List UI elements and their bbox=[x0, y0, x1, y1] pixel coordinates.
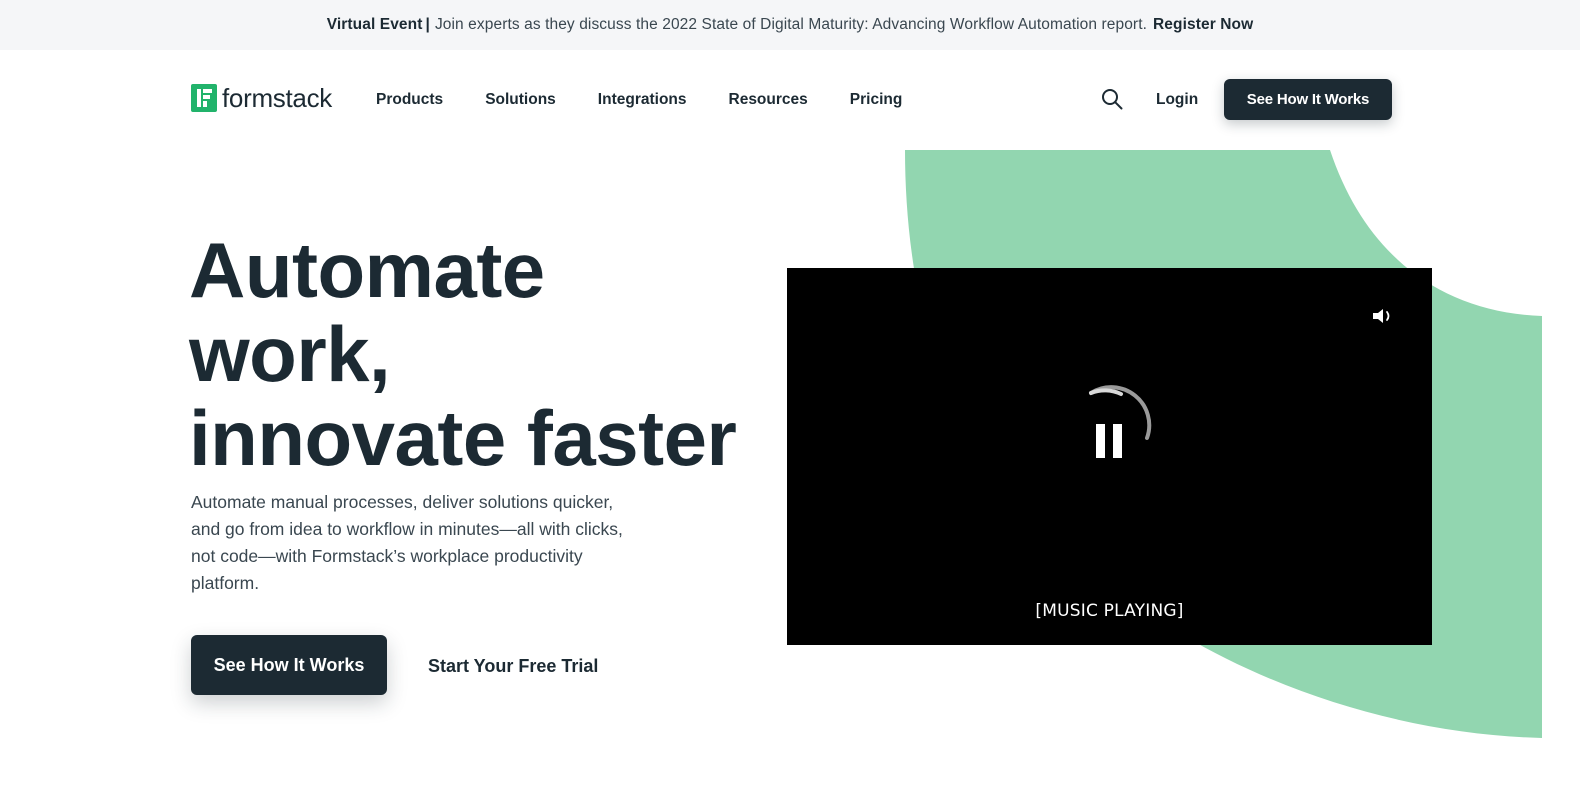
nav-pricing[interactable]: Pricing bbox=[850, 88, 903, 112]
formstack-logo[interactable]: formstack bbox=[191, 84, 332, 112]
nav-integrations[interactable]: Integrations bbox=[598, 88, 687, 112]
volume-icon[interactable] bbox=[1371, 306, 1395, 326]
announcement-separator: | bbox=[425, 16, 430, 33]
main-nav: Products Solutions Integrations Resource… bbox=[376, 88, 944, 112]
hero-title-line-2: work, bbox=[189, 310, 391, 398]
pause-icon[interactable] bbox=[1094, 424, 1124, 458]
announcement-message: Join experts as they discuss the 2022 St… bbox=[434, 16, 1148, 33]
logo-text: formstack bbox=[222, 83, 332, 113]
login-link[interactable]: Login bbox=[1156, 88, 1198, 112]
nav-products[interactable]: Products bbox=[376, 88, 443, 112]
hero-subtitle: Automate manual processes, deliver solut… bbox=[191, 492, 623, 593]
announcement-label: Virtual Event bbox=[326, 16, 423, 33]
formstack-logo-icon bbox=[191, 84, 217, 112]
nav-resources[interactable]: Resources bbox=[729, 88, 808, 112]
header-see-how-it-works-button[interactable]: See How It Works bbox=[1224, 79, 1392, 120]
see-how-it-works-button[interactable]: See How It Works bbox=[191, 635, 387, 695]
hero-title-line-1: Automate bbox=[189, 226, 545, 314]
site-header: formstack Products Solutions Integration… bbox=[0, 50, 1580, 150]
hero-title: Automate work, innovate faster bbox=[189, 228, 769, 480]
nav-solutions[interactable]: Solutions bbox=[485, 88, 556, 112]
video-player[interactable]: [MUSIC PLAYING] bbox=[787, 268, 1432, 645]
search-icon[interactable] bbox=[1101, 88, 1123, 110]
announcement-bar: Virtual Event | Join experts as they dis… bbox=[0, 0, 1580, 50]
video-caption: [MUSIC PLAYING] bbox=[1035, 601, 1184, 621]
hero-title-line-3: innovate faster bbox=[189, 394, 737, 482]
start-free-trial-link[interactable]: Start Your Free Trial bbox=[428, 654, 598, 678]
register-now-link[interactable]: Register Now bbox=[1153, 16, 1253, 34]
